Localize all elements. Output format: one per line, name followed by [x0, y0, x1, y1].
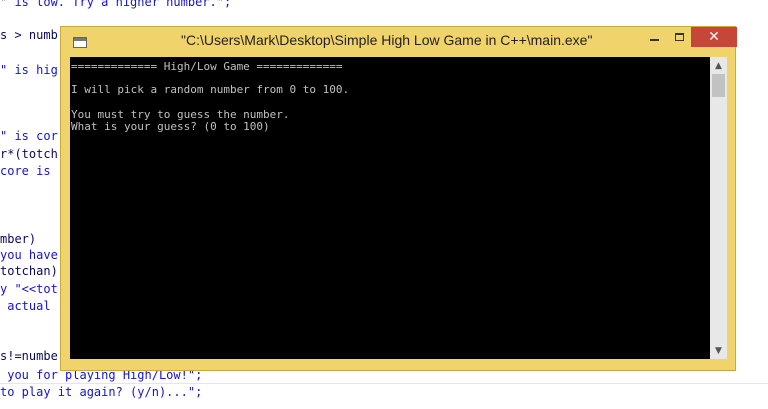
- code-line: to play it again? (y/n)...";: [0, 385, 203, 399]
- window-title: "C:\Users\Mark\Desktop\Simple High Low G…: [181, 32, 593, 48]
- console-app-icon[interactable]: [73, 37, 87, 48]
- console-window[interactable]: "C:\Users\Mark\Desktop\Simple High Low G…: [60, 26, 737, 371]
- scroll-down-icon[interactable]: ▼: [710, 342, 727, 359]
- scroll-up-icon[interactable]: ▲: [710, 57, 727, 74]
- code-line: s > numb: [0, 28, 58, 42]
- console-line: ============= High/Low Game ============…: [71, 60, 343, 73]
- minimize-icon: [649, 39, 659, 41]
- close-button[interactable]: ✕: [691, 27, 737, 47]
- window-titlebar[interactable]: "C:\Users\Mark\Desktop\Simple High Low G…: [61, 27, 737, 56]
- code-line: you have: [0, 248, 58, 262]
- vertical-scrollbar[interactable]: ▲ ▼: [710, 57, 727, 359]
- code-line: y "<<tot: [0, 282, 58, 296]
- maximize-icon: [674, 33, 684, 41]
- scroll-thumb[interactable]: [712, 74, 725, 97]
- code-line: core is: [0, 164, 51, 178]
- code-line: s!=numbe: [0, 349, 58, 363]
- console-line: I will pick a random number from 0 to 10…: [71, 83, 350, 96]
- console-output[interactable]: ============= High/Low Game ============…: [70, 57, 710, 359]
- code-line: " is cor: [0, 129, 58, 143]
- code-line: mber): [0, 232, 37, 246]
- code-line: totchan): [0, 264, 58, 278]
- code-line: " is low. Try a higher number.";: [0, 0, 232, 9]
- minimize-button[interactable]: [641, 27, 667, 47]
- editor-divider: [0, 383, 768, 384]
- close-icon: ✕: [708, 29, 720, 45]
- maximize-button[interactable]: [667, 27, 691, 47]
- code-line: actual: [0, 299, 51, 313]
- code-line: r*(totch: [0, 147, 58, 161]
- code-line: " is hig: [0, 63, 58, 77]
- console-line: What is your guess? (0 to 100): [71, 120, 270, 133]
